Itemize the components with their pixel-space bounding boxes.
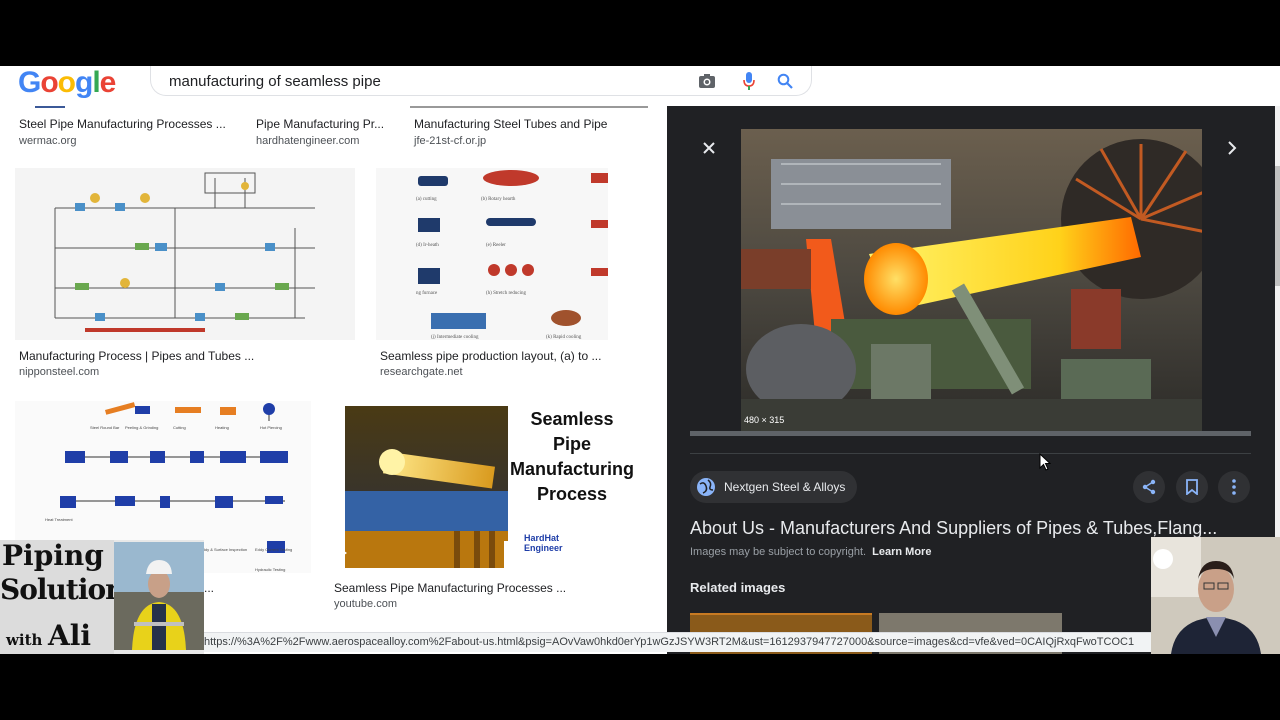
video-title-overlay: Seamless Pipe Manufacturing Process [510, 409, 634, 504]
copyright-text: Images may be subject to copyright. [690, 546, 867, 558]
copyright-notice: Images may be subject to copyright. Lear… [690, 546, 931, 558]
svg-text:(d) Ir-heath: (d) Ir-heath [416, 243, 439, 248]
logo-letter: o [40, 66, 58, 99]
svg-text:(e) Reeler: (e) Reeler [486, 243, 506, 248]
result-thumbnail[interactable] [35, 106, 65, 108]
svg-text:Hot Piercing: Hot Piercing [260, 425, 282, 430]
camera-icon[interactable] [697, 71, 717, 91]
status-url-bar: https://%3A%2F%2Fwww.aerospacealloy.com%… [200, 632, 1160, 652]
related-images-heading: Related images [690, 580, 786, 595]
channel-branding: Piping Solutions with Ali [0, 540, 204, 654]
bookmark-icon [1186, 479, 1198, 495]
result-title[interactable]: Seamless Pipe Manufacturing Processes ..… [334, 581, 566, 595]
svg-text:(h) Stretch reducing: (h) Stretch reducing [486, 291, 526, 296]
brand-name: Ali [48, 619, 92, 652]
more-options-button[interactable] [1218, 471, 1250, 503]
svg-text:ng furnace: ng furnace [416, 291, 438, 296]
hardhat-logo: HardHat Engineer [524, 533, 563, 553]
svg-text:Peeling & Grinding: Peeling & Grinding [125, 425, 158, 430]
logo-letter: e [99, 66, 117, 99]
result-title[interactable]: Pipe Manufacturing Pr... [256, 117, 384, 131]
brand-with: with [6, 631, 43, 649]
share-button[interactable] [1133, 471, 1165, 503]
microphone-icon[interactable] [739, 71, 759, 91]
result-thumbnail-production-layout[interactable]: (a) cutting (b) Rotary hearth (d) Ir-heath… [376, 168, 608, 340]
more-vert-icon [1232, 479, 1236, 495]
logo-letter: G [18, 66, 41, 99]
learn-more-link[interactable]: Learn More [872, 546, 931, 558]
svg-text:Hydraulic Testing: Hydraulic Testing [255, 567, 285, 572]
result-source[interactable]: jfe-21st-cf.or.jp [414, 135, 486, 147]
result-source[interactable]: nipponsteel.com [19, 366, 99, 378]
logo-letter: o [57, 66, 76, 99]
presenter-photo [114, 542, 204, 650]
save-button[interactable] [1176, 471, 1208, 503]
svg-text:(a) cutting: (a) cutting [416, 197, 437, 202]
search-header: Google [0, 66, 1280, 106]
webcam-overlay [1151, 537, 1280, 654]
search-icon[interactable] [775, 71, 795, 91]
result-source[interactable]: researchgate.net [380, 366, 463, 378]
globe-icon [696, 477, 716, 497]
result-source[interactable]: wermac.org [19, 135, 76, 147]
svg-text:Heat Treatment: Heat Treatment [45, 517, 73, 522]
svg-text:Eddy & Surface Inspection: Eddy & Surface Inspection [200, 547, 247, 552]
preview-divider [690, 431, 1251, 436]
mouse-cursor-icon [1039, 452, 1052, 476]
close-icon[interactable] [699, 138, 719, 158]
search-input[interactable] [169, 70, 669, 92]
brand-line: Piping [2, 540, 104, 572]
result-source[interactable]: hardhatengineer.com [256, 135, 359, 147]
image-dimensions: 480 × 315 [744, 415, 785, 425]
preview-image[interactable]: 480 × 315 [741, 129, 1202, 431]
logo-letter: l [92, 66, 100, 99]
result-title[interactable]: Manufacturing Steel Tubes and Pipe [414, 117, 607, 131]
logo-letter: g [75, 66, 93, 99]
browser-viewport: Google Steel Pipe Manufacturing Processe… [0, 66, 1280, 654]
result-thumbnail-video[interactable]: Seamless Pipe Manufacturing Process Hard… [334, 401, 647, 573]
google-logo[interactable]: Google [18, 66, 117, 100]
scrollbar-thumb[interactable] [1275, 166, 1280, 286]
result-title[interactable]: Steel Pipe Manufacturing Processes ... [19, 117, 226, 131]
svg-text:Cutting: Cutting [173, 425, 186, 430]
result-source[interactable]: youtube.com [334, 598, 397, 610]
svg-text:(j) Intermediate cooling: (j) Intermediate cooling [431, 335, 479, 340]
svg-text:Heating: Heating [215, 425, 229, 430]
svg-text:(k) Rapid cooling: (k) Rapid cooling [546, 335, 582, 340]
source-name: Nextgen Steel & Alloys [724, 480, 846, 494]
svg-text:Steel Round Bar: Steel Round Bar [90, 425, 120, 430]
preview-title[interactable]: About Us - Manufacturers And Suppliers o… [690, 518, 1250, 539]
result-title[interactable]: Seamless pipe production layout, (a) to … [380, 349, 601, 363]
result-title[interactable]: ... [204, 581, 214, 595]
brand-text: Piping Solutions with Ali [0, 540, 140, 654]
result-thumbnail[interactable] [410, 106, 648, 108]
next-image-icon[interactable] [1227, 141, 1237, 160]
svg-text:(b) Rotary hearth: (b) Rotary hearth [481, 197, 516, 202]
result-title[interactable]: Manufacturing Process | Pipes and Tubes … [19, 349, 254, 363]
search-box [150, 66, 812, 96]
source-chip[interactable]: Nextgen Steel & Alloys [690, 471, 858, 503]
preview-divider [690, 453, 1251, 454]
svg-text:Eddy Current Testing: Eddy Current Testing [255, 547, 292, 552]
share-icon [1142, 479, 1156, 495]
brand-line: with Ali [6, 620, 91, 654]
result-thumbnail-process-diagram[interactable] [15, 168, 355, 340]
